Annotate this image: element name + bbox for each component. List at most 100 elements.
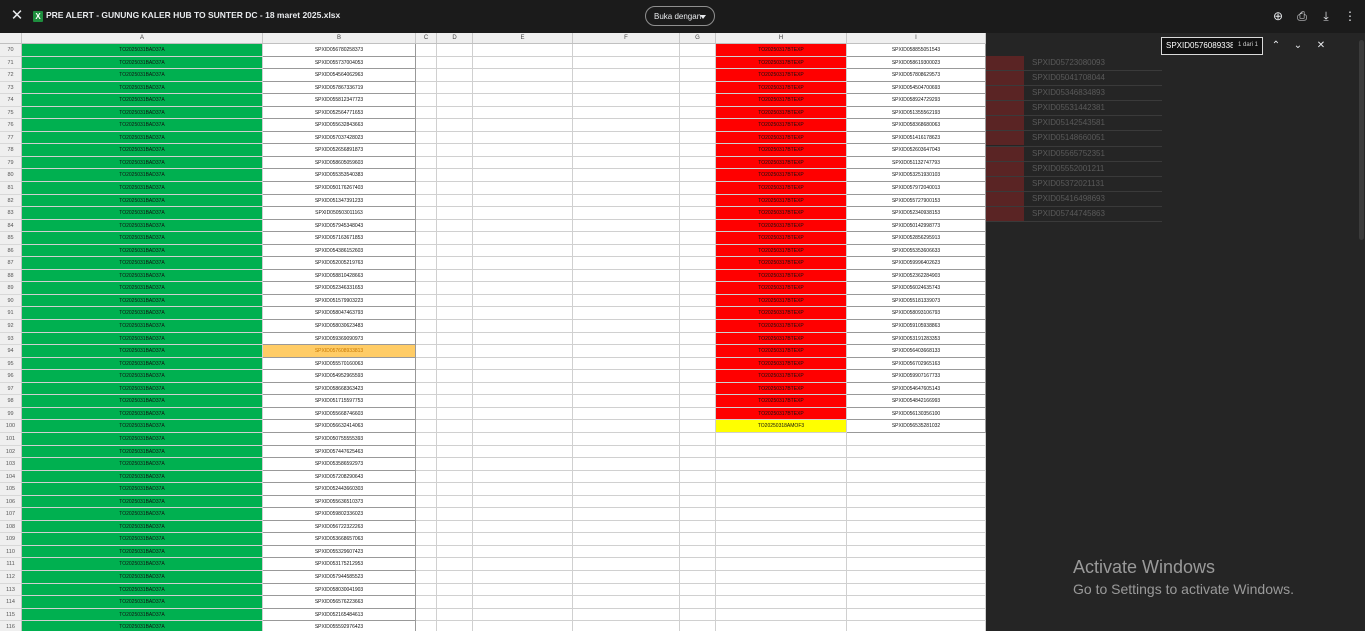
empty-cell[interactable]: [416, 156, 437, 170]
empty-cell[interactable]: [573, 608, 680, 622]
empty-cell[interactable]: [416, 106, 437, 120]
empty-cell[interactable]: [847, 520, 986, 534]
cell-a[interactable]: TO2025031BAD37A: [22, 232, 263, 245]
empty-cell[interactable]: [473, 144, 573, 157]
empty-cell[interactable]: [473, 269, 573, 283]
empty-cell[interactable]: [473, 156, 573, 170]
cell-b[interactable]: SPXID050503011163: [263, 207, 416, 220]
empty-cell[interactable]: [416, 194, 437, 208]
empty-cell[interactable]: [680, 583, 716, 597]
cell-a[interactable]: TO2025031BAD37A: [22, 357, 263, 371]
empty-cell[interactable]: [416, 81, 437, 95]
empty-cell[interactable]: [716, 558, 847, 571]
cell-i[interactable]: SPXID052340938153: [847, 207, 986, 220]
empty-cell[interactable]: [473, 533, 573, 546]
cell-b[interactable]: SPXID056780258373: [263, 44, 416, 57]
empty-cell[interactable]: [437, 458, 473, 471]
empty-cell[interactable]: [473, 257, 573, 270]
cell-a[interactable]: TO2025031BAD37A: [22, 294, 263, 308]
row-number[interactable]: 109: [0, 533, 22, 546]
row-number[interactable]: 91: [0, 307, 22, 321]
empty-cell[interactable]: [473, 621, 573, 631]
cell-i[interactable]: SPXID056702965163: [847, 357, 986, 371]
empty-cell[interactable]: [416, 445, 437, 459]
empty-cell[interactable]: [437, 520, 473, 534]
empty-cell[interactable]: [416, 269, 437, 283]
cell-a[interactable]: TO2025031BAD37A: [22, 69, 263, 82]
cell-h[interactable]: TO20250317BTEXP: [716, 244, 847, 258]
empty-cell[interactable]: [680, 608, 716, 622]
empty-cell[interactable]: [416, 420, 437, 433]
empty-cell[interactable]: [716, 458, 847, 471]
cell-b[interactable]: SPXID057608933813: [263, 345, 416, 358]
empty-cell[interactable]: [847, 608, 986, 622]
cell-a[interactable]: TO2025031BAD37A: [22, 131, 263, 145]
empty-cell[interactable]: [680, 144, 716, 157]
empty-cell[interactable]: [416, 608, 437, 622]
empty-cell[interactable]: [437, 583, 473, 597]
cell-h[interactable]: TO20250317BTEXP: [716, 382, 847, 396]
column-header-b[interactable]: B: [263, 33, 416, 43]
empty-cell[interactable]: [416, 119, 437, 132]
row-number[interactable]: 86: [0, 244, 22, 258]
empty-cell[interactable]: [573, 470, 680, 484]
cell-a[interactable]: TO2025031BAD37A: [22, 182, 263, 195]
empty-cell[interactable]: [416, 432, 437, 446]
empty-cell[interactable]: [680, 320, 716, 333]
row-number[interactable]: 83: [0, 207, 22, 220]
empty-cell[interactable]: [473, 320, 573, 333]
empty-cell[interactable]: [573, 44, 680, 57]
empty-cell[interactable]: [416, 508, 437, 521]
empty-cell[interactable]: [416, 131, 437, 145]
cell-i[interactable]: SPXID051132747793: [847, 156, 986, 170]
empty-cell[interactable]: [680, 119, 716, 132]
empty-cell[interactable]: [437, 219, 473, 233]
cell-b[interactable]: SPXID055570160063: [263, 357, 416, 371]
cell-b[interactable]: SPXID058047463793: [263, 307, 416, 321]
empty-cell[interactable]: [847, 508, 986, 521]
empty-cell[interactable]: [680, 156, 716, 170]
close-icon[interactable]: ✕: [9, 8, 25, 24]
empty-cell[interactable]: [416, 545, 437, 559]
row-number[interactable]: 75: [0, 106, 22, 120]
cell-h[interactable]: TO20250317BTEXP: [716, 182, 847, 195]
row-number[interactable]: 95: [0, 357, 22, 371]
column-header-a[interactable]: A: [22, 33, 263, 43]
empty-cell[interactable]: [573, 294, 680, 308]
empty-cell[interactable]: [716, 533, 847, 546]
row-number[interactable]: 82: [0, 194, 22, 208]
empty-cell[interactable]: [680, 596, 716, 609]
empty-cell[interactable]: [416, 382, 437, 396]
empty-cell[interactable]: [573, 119, 680, 132]
cell-b[interactable]: SPXID058668363423: [263, 382, 416, 396]
cell-h[interactable]: TO20250318AMOF3: [716, 420, 847, 433]
cell-h[interactable]: TO20250317BTEXP: [716, 357, 847, 371]
empty-cell[interactable]: [473, 69, 573, 82]
cell-h[interactable]: TO20250317BTEXP: [716, 307, 847, 321]
empty-cell[interactable]: [416, 244, 437, 258]
cell-i[interactable]: SPXID050142998773: [847, 219, 986, 233]
empty-cell[interactable]: [416, 232, 437, 245]
cell-h[interactable]: TO20250317BTEXP: [716, 144, 847, 157]
cell-h[interactable]: TO20250317BTEXP: [716, 345, 847, 358]
empty-cell[interactable]: [437, 232, 473, 245]
cell-a[interactable]: TO2025031BAD37A: [22, 458, 263, 471]
empty-cell[interactable]: [473, 207, 573, 220]
cell-a[interactable]: TO2025031BAD37A: [22, 608, 263, 622]
cell-a[interactable]: TO2025031BAD37A: [22, 244, 263, 258]
empty-cell[interactable]: [416, 520, 437, 534]
empty-cell[interactable]: [473, 219, 573, 233]
column-header-c[interactable]: C: [416, 33, 437, 43]
column-header-f[interactable]: F: [573, 33, 680, 43]
empty-cell[interactable]: [573, 81, 680, 95]
empty-cell[interactable]: [473, 608, 573, 622]
empty-cell[interactable]: [573, 370, 680, 383]
empty-cell[interactable]: [416, 282, 437, 295]
cell-i[interactable]: SPXID058368680063: [847, 119, 986, 132]
cell-h[interactable]: TO20250317BTEXP: [716, 69, 847, 82]
empty-cell[interactable]: [437, 382, 473, 396]
cell-i[interactable]: SPXID058855051543: [847, 44, 986, 57]
empty-cell[interactable]: [573, 357, 680, 371]
empty-cell[interactable]: [473, 420, 573, 433]
empty-cell[interactable]: [437, 483, 473, 496]
